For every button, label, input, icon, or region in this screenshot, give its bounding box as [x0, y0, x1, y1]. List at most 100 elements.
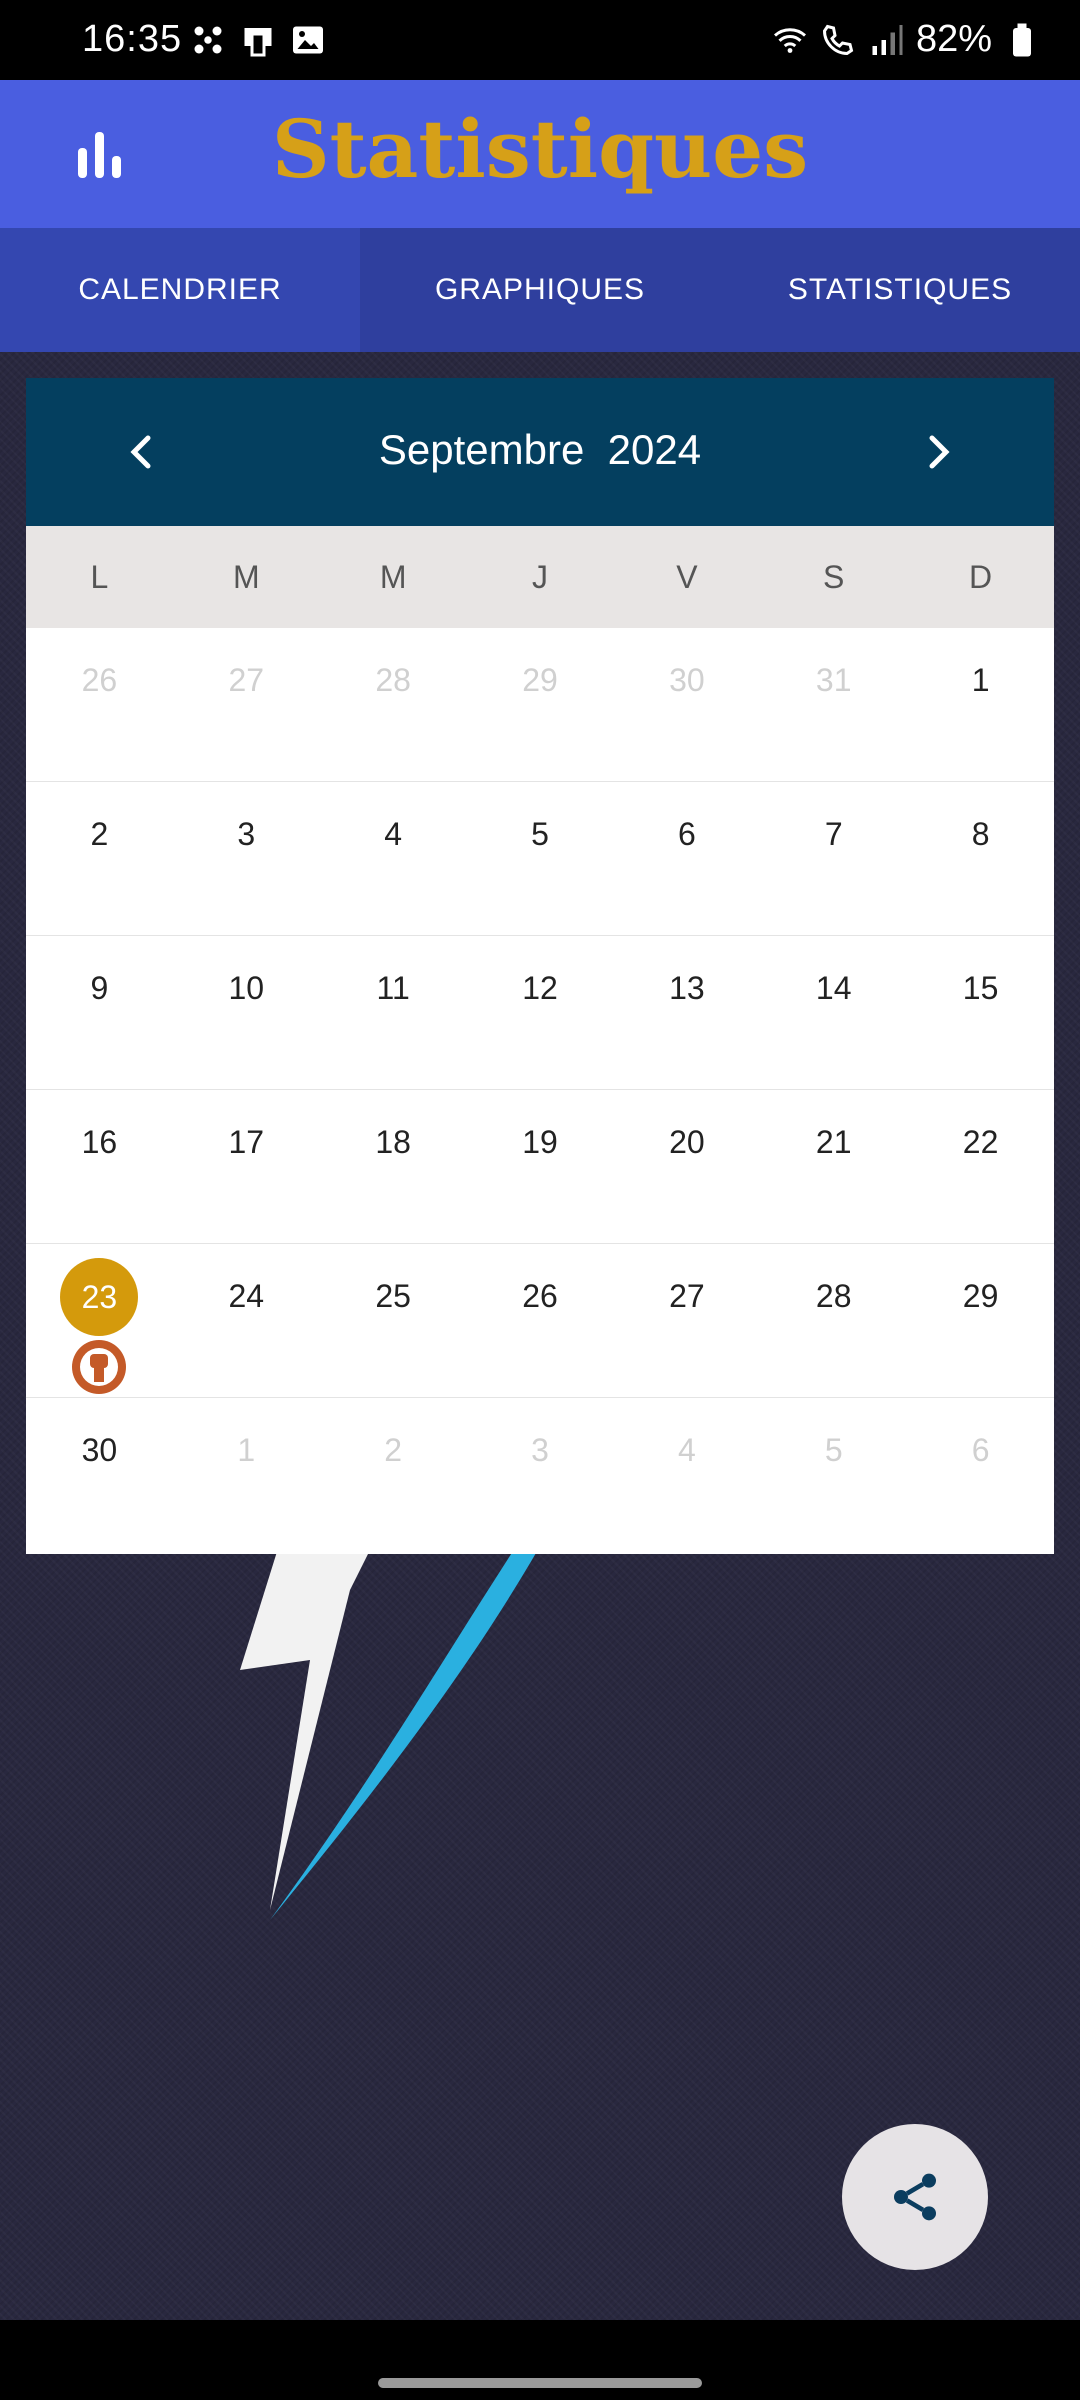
calendar-day[interactable]: 5 — [467, 782, 614, 935]
calendar-week-row: 23 24 25 26 27 28 29 — [26, 1244, 1054, 1398]
day-number: 16 — [81, 1124, 118, 1160]
day-number: 2 — [90, 816, 109, 852]
calendar-week-row: 30 1 2 3 4 5 6 — [26, 1398, 1054, 1551]
calendar-day[interactable]: 29 — [907, 1244, 1054, 1397]
day-number: 6 — [677, 816, 696, 852]
tab-statistiques[interactable]: STATISTIQUES — [720, 228, 1080, 352]
calendar-day[interactable]: 3 — [467, 1398, 614, 1551]
calendar-day[interactable]: 29 — [467, 628, 614, 781]
calendar-day[interactable]: 10 — [173, 936, 320, 1089]
calendar-day[interactable]: 21 — [760, 1090, 907, 1243]
day-number: 30 — [669, 662, 705, 698]
calendar-day[interactable]: 9 — [26, 936, 173, 1089]
month-label: Septembre — [378, 426, 585, 473]
day-number: 30 — [81, 1432, 118, 1468]
day-number: 24 — [228, 1278, 265, 1314]
calendar-day[interactable]: 22 — [907, 1090, 1054, 1243]
calendar-day[interactable]: 1 — [907, 628, 1054, 781]
weekday-header: LMMJVSD — [26, 526, 1054, 628]
calendar-day[interactable]: 25 — [320, 1244, 467, 1397]
day-number: 1 — [971, 662, 990, 698]
calendar-day[interactable]: 31 — [760, 628, 907, 781]
day-number: 3 — [237, 816, 256, 852]
calendar-day-today[interactable]: 23 — [26, 1244, 173, 1397]
calendar-day[interactable]: 20 — [613, 1090, 760, 1243]
year-label: 2024 — [607, 426, 702, 473]
calendar-day[interactable]: 16 — [26, 1090, 173, 1243]
day-number: 3 — [531, 1432, 549, 1468]
image-icon — [293, 26, 323, 54]
calendar-day[interactable]: 6 — [907, 1398, 1054, 1551]
calendar-day[interactable]: 30 — [613, 628, 760, 781]
day-number: 10 — [228, 970, 265, 1006]
day-number: 13 — [669, 970, 705, 1006]
tab-calendrier[interactable]: CALENDRIER — [0, 228, 360, 352]
calendar-day[interactable]: 17 — [173, 1090, 320, 1243]
calendar-week-row: 26 27 28 29 30 31 1 — [26, 628, 1054, 782]
day-number: 5 — [531, 816, 549, 852]
call-icon — [822, 24, 854, 55]
calendar-day[interactable]: 12 — [467, 936, 614, 1089]
day-number: 4 — [677, 1432, 696, 1468]
calendar-day[interactable]: 2 — [26, 782, 173, 935]
day-number: 18 — [375, 1124, 411, 1160]
calendar-day[interactable]: 27 — [613, 1244, 760, 1397]
calendar-day[interactable]: 26 — [26, 628, 173, 781]
calendar-day[interactable]: 28 — [320, 628, 467, 781]
day-number: 23 — [60, 1258, 139, 1336]
calendar-grid: 26 27 28 29 30 31 1 2 3 4 5 6 7 8 9 10 11 12 13 14 15 16 17 18 1… — [26, 628, 1054, 1551]
calendar-day[interactable]: 15 — [907, 936, 1054, 1089]
calendar-day[interactable]: 13 — [613, 936, 760, 1089]
system-nav-bar — [0, 2320, 1080, 2400]
weekday-label: D — [969, 558, 993, 595]
day-number: 22 — [962, 1124, 999, 1160]
calendar-day[interactable]: 4 — [613, 1398, 760, 1551]
calendar-day[interactable]: 8 — [907, 782, 1054, 935]
calendar-month-year: Septembre 2024 — [26, 426, 1054, 474]
calendar-day[interactable]: 5 — [760, 1398, 907, 1551]
status-bar: 16:35 82% — [0, 0, 1080, 80]
day-number: 1 — [237, 1432, 256, 1468]
home-gesture-handle[interactable] — [378, 2378, 702, 2388]
calendar-header: Septembre 2024 — [26, 378, 1054, 526]
day-number: 29 — [962, 1278, 999, 1314]
calendar-day[interactable]: 30 — [26, 1398, 173, 1551]
calendar-week-row: 16 17 18 19 20 21 22 — [26, 1090, 1054, 1244]
day-number: 28 — [375, 662, 411, 698]
day-number: 27 — [669, 1278, 705, 1314]
raised-fist-icon[interactable] — [72, 1340, 127, 1394]
calendar-day[interactable]: 27 — [173, 628, 320, 781]
battery-icon — [1013, 23, 1031, 56]
calendar-day[interactable]: 19 — [467, 1090, 614, 1243]
day-number: 15 — [962, 970, 999, 1006]
calendar-day[interactable]: 11 — [320, 936, 467, 1089]
day-number: 9 — [90, 970, 109, 1006]
calendar-day[interactable]: 18 — [320, 1090, 467, 1243]
calendar-day[interactable]: 7 — [760, 782, 907, 935]
calendar-day[interactable]: 24 — [173, 1244, 320, 1397]
day-number: 6 — [971, 1432, 990, 1468]
calendar-day[interactable]: 14 — [760, 936, 907, 1089]
day-number: 29 — [522, 662, 558, 698]
weekday-label: M — [379, 558, 407, 595]
chevron-right-icon[interactable] — [908, 422, 968, 482]
calendar-week-row: 2 3 4 5 6 7 8 — [26, 782, 1054, 936]
calendar-day[interactable]: 2 — [320, 1398, 467, 1551]
device-icon — [244, 28, 272, 57]
day-number: 4 — [384, 816, 403, 852]
weekday-label: L — [90, 558, 109, 595]
calendar-day[interactable]: 3 — [173, 782, 320, 935]
day-number: 28 — [815, 1278, 852, 1314]
calendar-day[interactable]: 26 — [467, 1244, 614, 1397]
calendar-day[interactable]: 1 — [173, 1398, 320, 1551]
calendar-week-row: 9 10 11 12 13 14 15 — [26, 936, 1054, 1090]
tab-graphiques[interactable]: GRAPHIQUES — [360, 228, 720, 352]
calendar-day[interactable]: 6 — [613, 782, 760, 935]
calendar-day[interactable]: 28 — [760, 1244, 907, 1397]
day-number: 17 — [228, 1124, 265, 1160]
calendar-day[interactable]: 4 — [320, 782, 467, 935]
battery-percent: 82% — [915, 18, 992, 60]
day-number: 26 — [81, 662, 118, 698]
day-number: 25 — [375, 1278, 411, 1314]
share-button[interactable] — [842, 2124, 988, 2270]
